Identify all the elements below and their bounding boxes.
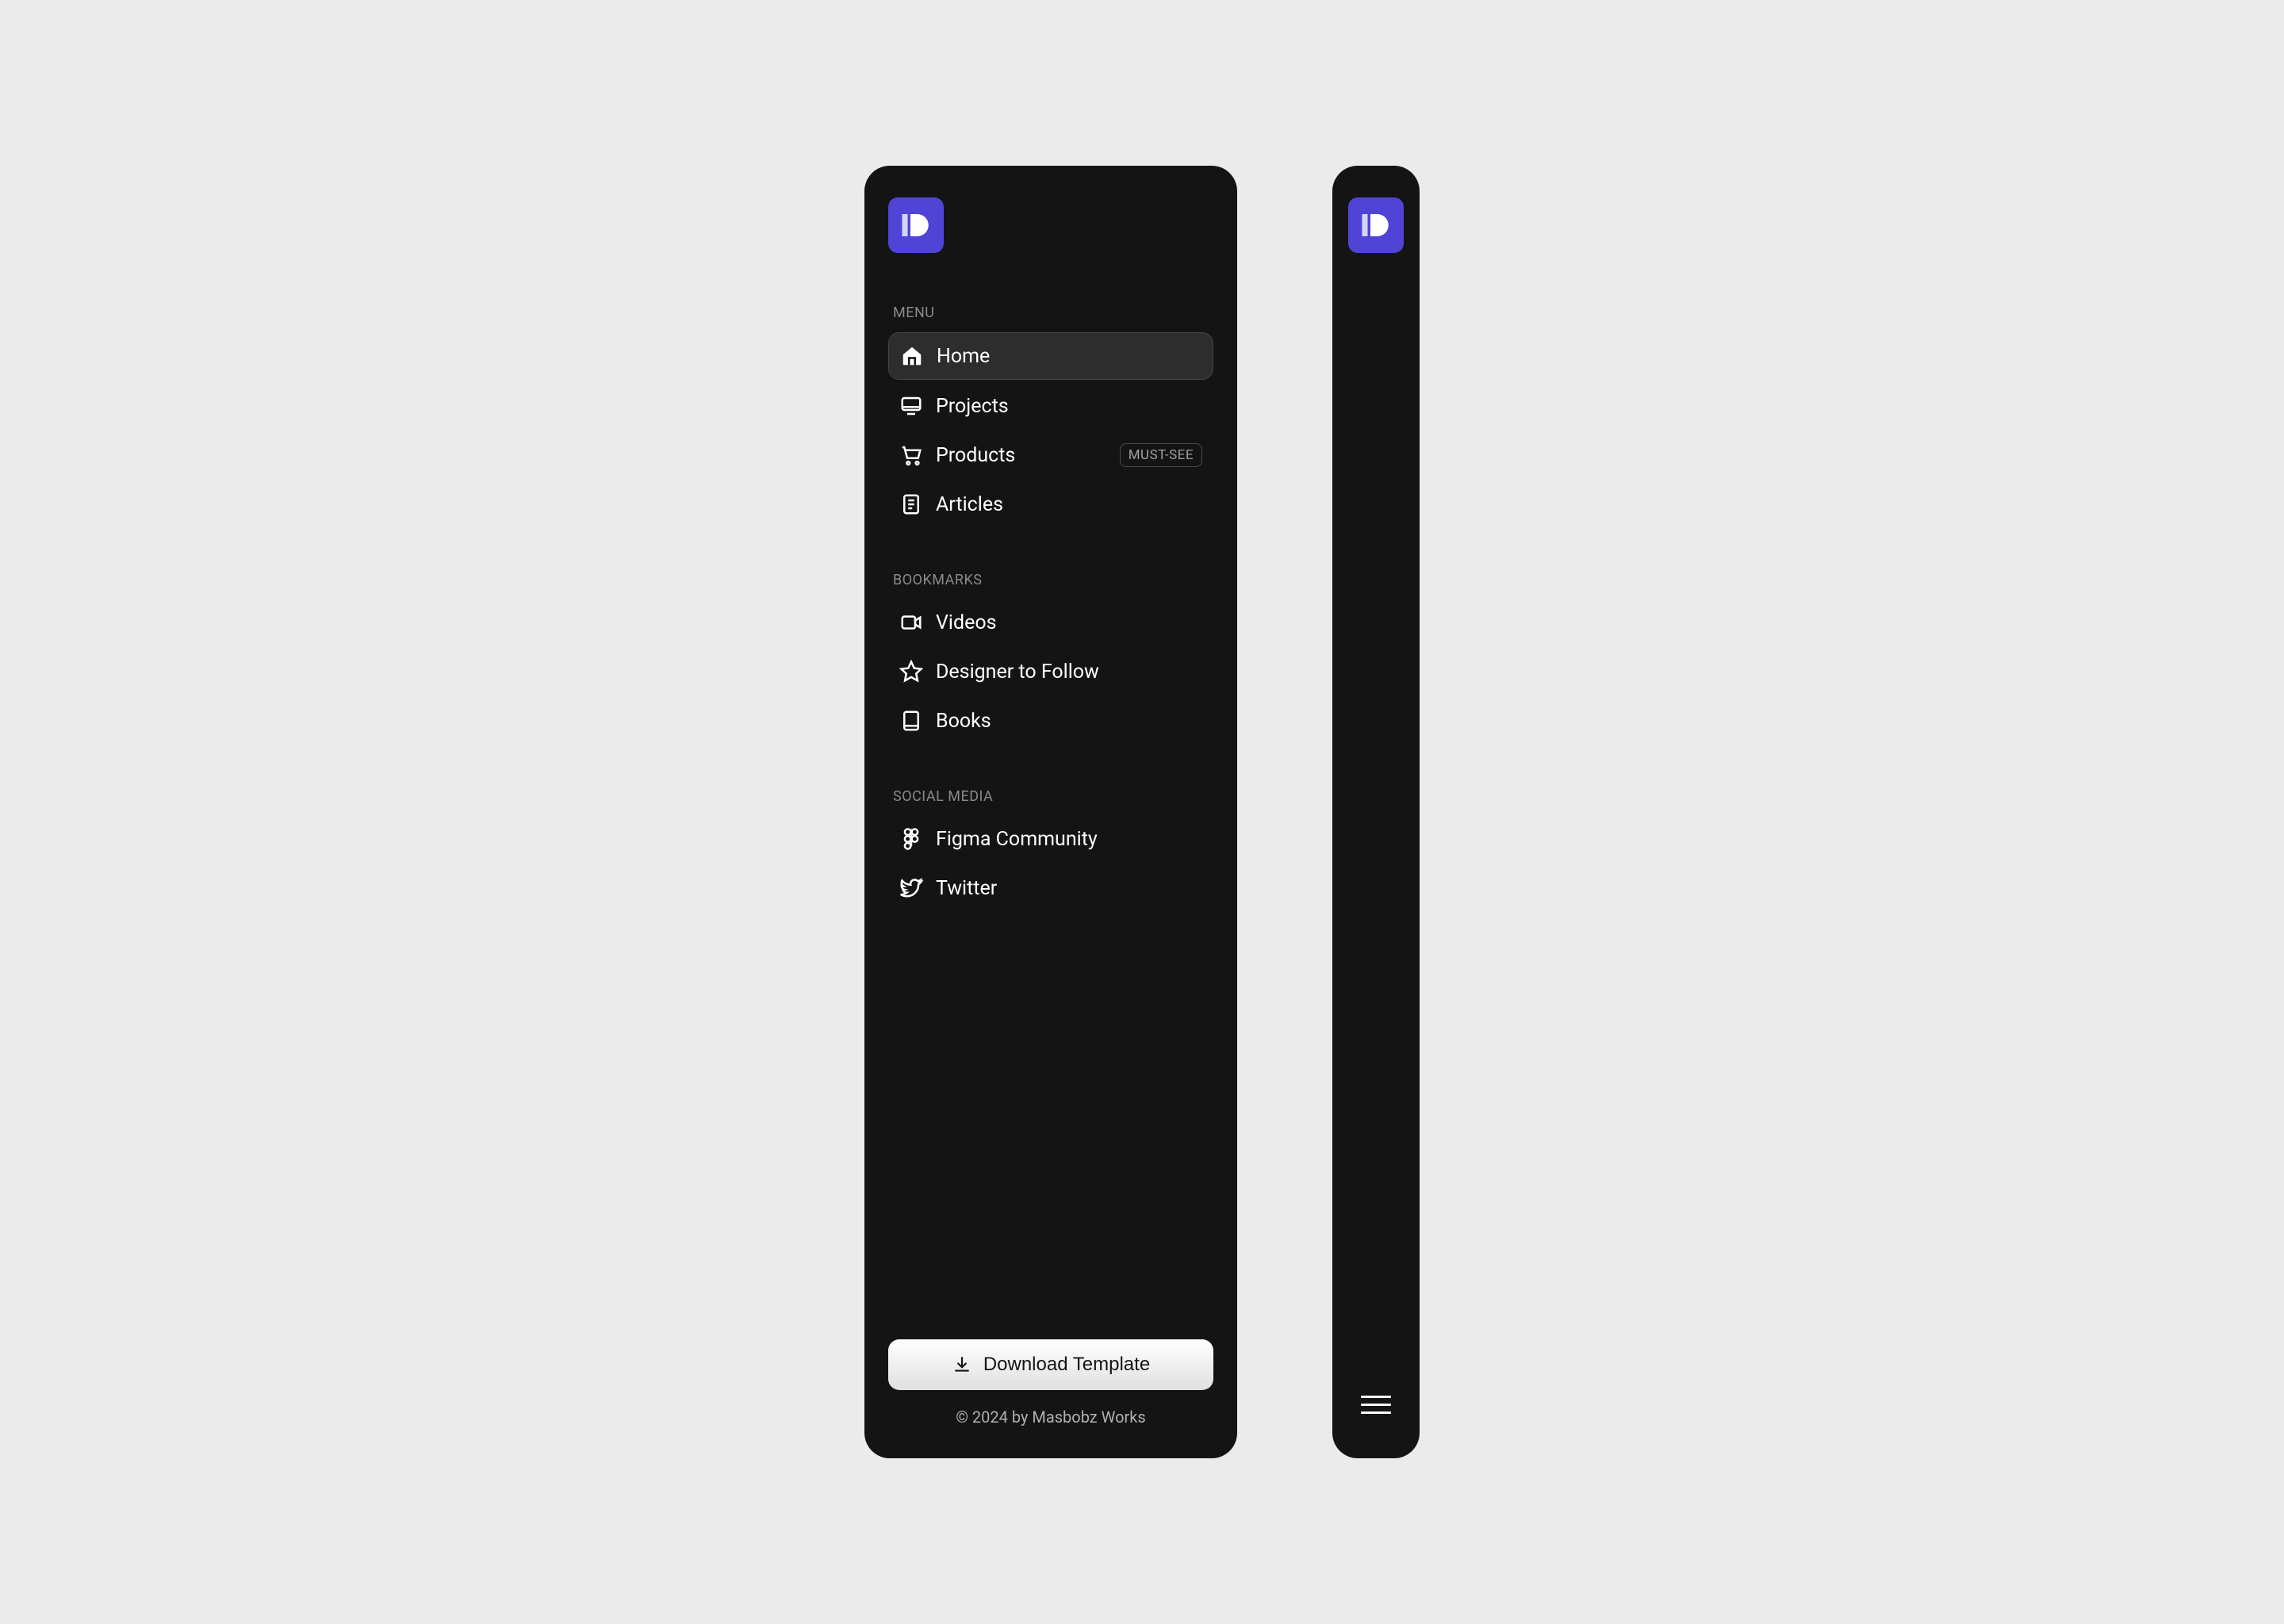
download-button-label: Download Template (983, 1354, 1150, 1376)
hamburger-line (1361, 1396, 1391, 1398)
sidebar-item-products[interactable]: Products MUST-SEE (888, 432, 1213, 478)
section-title-social: SOCIAL MEDIA (888, 788, 1213, 805)
logo-icon (899, 209, 933, 242)
sidebar-item-articles[interactable]: Articles (888, 481, 1213, 527)
logo[interactable] (888, 197, 944, 253)
sidebar-collapsed (1332, 166, 1420, 1458)
sidebar-item-label: Projects (936, 395, 1202, 418)
section-menu: MENU Home Projects Products MUST-SEE Ar (888, 289, 1213, 530)
sidebar-item-label: Books (936, 710, 1202, 733)
sidebar-item-designer[interactable]: Designer to Follow (888, 649, 1213, 695)
badge-must-see: MUST-SEE (1120, 443, 1202, 467)
sidebar-item-twitter[interactable]: Twitter (888, 865, 1213, 911)
star-icon (899, 660, 923, 684)
sidebar-item-label: Designer to Follow (936, 661, 1202, 684)
hamburger-menu-button[interactable] (1361, 1385, 1391, 1427)
download-button[interactable]: Download Template (888, 1339, 1213, 1390)
section-social: SOCIAL MEDIA Figma Community Twitter (888, 772, 1213, 914)
cart-icon (899, 443, 923, 467)
sidebar-item-videos[interactable]: Videos (888, 599, 1213, 645)
sidebar-item-label: Articles (936, 493, 1202, 516)
sidebar-item-home[interactable]: Home (888, 332, 1213, 380)
sidebar-item-figma[interactable]: Figma Community (888, 816, 1213, 862)
section-title-bookmarks: BOOKMARKS (888, 572, 1213, 588)
download-icon (952, 1354, 972, 1375)
copyright-text: © 2024 by Masbobz Works (888, 1408, 1213, 1427)
sidebar-item-label: Figma Community (936, 828, 1202, 851)
sidebar-item-label: Twitter (936, 877, 1202, 900)
logo-icon (1359, 209, 1393, 242)
sidebar-item-label: Videos (936, 611, 1202, 634)
sidebar-item-label: Home (937, 345, 1201, 368)
video-icon (899, 611, 923, 634)
book-icon (899, 709, 923, 733)
sidebar-item-books[interactable]: Books (888, 698, 1213, 744)
sidebar-item-label: Products (936, 444, 1107, 467)
section-bookmarks: BOOKMARKS Videos Designer to Follow Book… (888, 556, 1213, 747)
figma-icon (899, 827, 923, 851)
twitter-icon (899, 876, 923, 900)
home-icon (900, 344, 924, 368)
sidebar-expanded: MENU Home Projects Products MUST-SEE Ar (864, 166, 1237, 1458)
hamburger-line (1361, 1411, 1391, 1414)
document-icon (899, 492, 923, 516)
monitor-icon (899, 394, 923, 418)
section-title-menu: MENU (888, 304, 1213, 321)
logo[interactable] (1348, 197, 1404, 253)
sidebar-item-projects[interactable]: Projects (888, 383, 1213, 429)
hamburger-line (1361, 1404, 1391, 1406)
